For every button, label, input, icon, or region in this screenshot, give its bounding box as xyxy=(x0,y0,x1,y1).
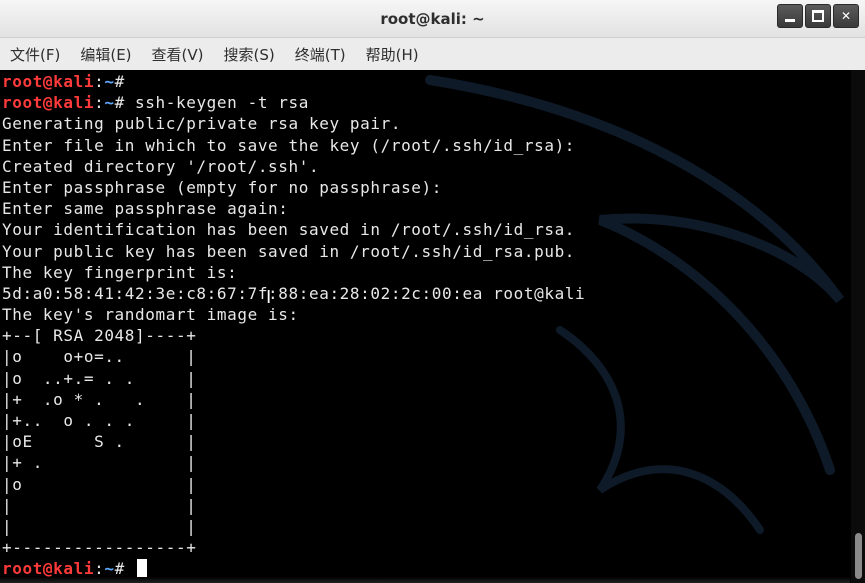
maximize-icon[interactable] xyxy=(805,4,831,28)
close-icon[interactable] xyxy=(833,4,859,28)
prompt-symbol: # xyxy=(114,72,125,91)
output-line: |o | xyxy=(2,474,197,494)
output-line: The key fingerprint is: xyxy=(2,262,238,282)
menu-view[interactable]: 查看(V) xyxy=(145,44,211,65)
prompt-path: ~ xyxy=(104,93,115,113)
output-line: |+.. o . . . | xyxy=(2,411,197,430)
output-line: | | xyxy=(2,495,197,515)
output-line: |oE S . | xyxy=(2,432,197,452)
prompt-user: root@kali xyxy=(2,559,95,579)
vertical-scrollbar[interactable] xyxy=(851,70,865,583)
output-line: Your public key has been saved in /root/… xyxy=(2,241,576,261)
menu-file[interactable]: 文件(F) xyxy=(3,44,67,65)
output-line: Generating public/private rsa key pair. xyxy=(2,114,402,134)
terminal-area[interactable]: root@kali:~# root@kali:~# ssh-keygen -t … xyxy=(0,70,865,583)
prompt-separator: : xyxy=(94,559,105,579)
prompt-separator: : xyxy=(94,93,105,113)
ibeam-cursor-icon: I xyxy=(266,287,272,308)
text-cursor xyxy=(137,559,148,578)
prompt-symbol: # xyxy=(114,559,125,579)
output-line: Enter same passphrase again: xyxy=(2,199,289,219)
prompt-user: root@kali xyxy=(2,72,95,91)
output-line: |+ .o * . . | xyxy=(2,389,197,409)
minimize-icon[interactable] xyxy=(777,4,803,28)
output-line: +-----------------+ xyxy=(2,538,197,558)
output-line: Your identification has been saved in /r… xyxy=(2,220,576,240)
output-line: |o ..+.= . . | xyxy=(2,368,197,388)
title-bar[interactable]: root@kali: ~ xyxy=(0,0,865,38)
output-line: | | xyxy=(2,516,197,536)
output-line: Enter file in which to save the key (/ro… xyxy=(2,135,576,155)
bottom-shadow xyxy=(0,577,850,583)
output-line: |o o+o=.. | xyxy=(2,347,197,367)
window-controls xyxy=(777,4,859,28)
output-line: |+ . | xyxy=(2,453,197,473)
prompt-line: root@kali:~# ssh-keygen -t rsa xyxy=(2,92,585,113)
prompt-line: root@kali:~# xyxy=(2,71,585,92)
prompt-user: root@kali xyxy=(2,93,95,113)
menu-edit[interactable]: 编辑(E) xyxy=(73,44,138,65)
terminal-window: root@kali: ~ 文件(F) 编辑(E) 查看(V) 搜索(S) 终端(… xyxy=(0,0,865,583)
window-title: root@kali: ~ xyxy=(380,10,485,28)
output-line: The key's randomart image is: xyxy=(2,305,299,325)
prompt-symbol: # xyxy=(114,93,125,113)
menu-terminal[interactable]: 终端(T) xyxy=(288,44,353,65)
command-text: ssh-keygen -t rsa xyxy=(135,93,310,113)
menu-bar: 文件(F) 编辑(E) 查看(V) 搜索(S) 终端(T) 帮助(H) xyxy=(0,38,865,70)
output-line: Created directory '/root/.ssh'. xyxy=(2,156,320,176)
scrollbar-thumb[interactable] xyxy=(855,533,862,579)
prompt-separator: : xyxy=(94,72,105,91)
terminal-output: root@kali:~# root@kali:~# ssh-keygen -t … xyxy=(2,71,585,580)
output-line: +--[ RSA 2048]----+ xyxy=(2,326,197,346)
prompt-path: ~ xyxy=(104,559,115,579)
menu-help[interactable]: 帮助(H) xyxy=(359,44,426,65)
prompt-path: ~ xyxy=(104,72,115,91)
output-line: 5d:a0:58:41:42:3e:c8:67:7f:88:ea:28:02:2… xyxy=(2,283,586,303)
menu-search[interactable]: 搜索(S) xyxy=(217,44,282,65)
output-line: Enter passphrase (empty for no passphras… xyxy=(2,177,443,197)
